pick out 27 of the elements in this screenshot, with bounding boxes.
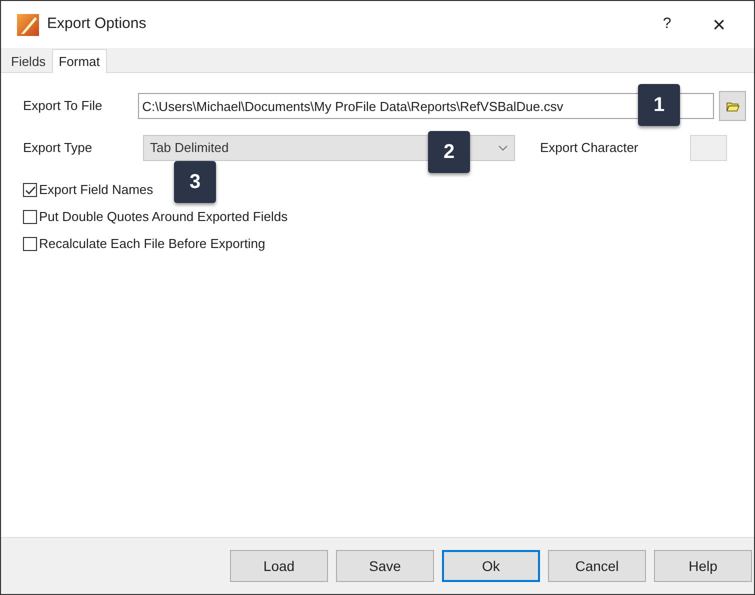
dialog-button[interactable]: Load <box>230 550 328 582</box>
dialog-button[interactable]: Help <box>654 550 752 582</box>
folder-icon <box>726 100 740 112</box>
chevron-down-icon <box>498 145 508 151</box>
field-label: Export To File <box>23 97 104 116</box>
callout-badge: 1 <box>638 84 680 126</box>
window-title: Export Options <box>47 14 146 34</box>
callout-badge: 3 <box>174 161 216 203</box>
app-logo-icon <box>17 14 39 36</box>
close-button[interactable]: × <box>704 8 734 41</box>
checkbox[interactable] <box>23 237 37 251</box>
export-character-field[interactable] <box>690 135 727 161</box>
checkbox[interactable] <box>23 183 37 197</box>
help-button[interactable]: ? <box>652 13 682 36</box>
tab[interactable]: Format <box>52 49 107 73</box>
checkbox-label: Recalculate Each File Before Exporting <box>39 235 266 254</box>
checkbox-label: Put Double Quotes Around Exported Fields <box>39 208 288 226</box>
checkbox[interactable] <box>23 210 37 224</box>
callout-badge: 2 <box>428 131 470 173</box>
checkbox-label: Export Field Names <box>39 181 154 200</box>
tab[interactable]: Fields <box>5 51 52 72</box>
dialog-button[interactable]: Save <box>336 550 434 582</box>
field-label: Export Type <box>23 139 94 158</box>
dialog-button[interactable]: Ok <box>442 550 540 582</box>
field-label: Export Character <box>540 139 640 158</box>
browse-button[interactable] <box>719 91 746 121</box>
dialog-button[interactable]: Cancel <box>548 550 646 582</box>
